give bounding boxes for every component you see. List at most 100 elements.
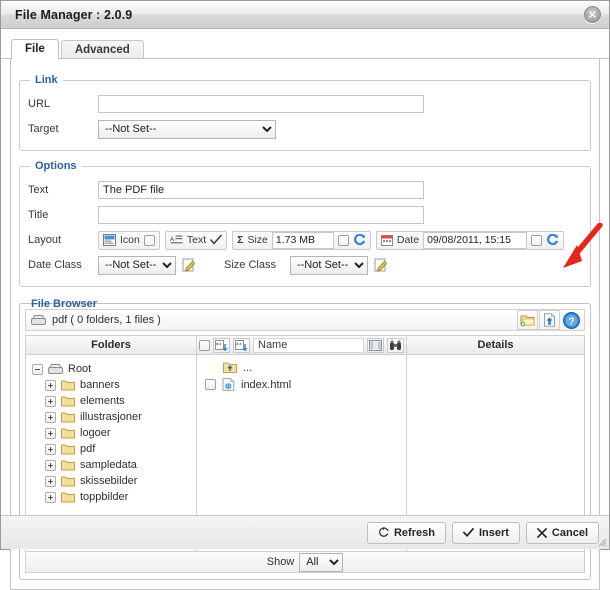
target-row: Target --Not Set-- — [28, 118, 582, 140]
sort-az-icon: a z — [235, 339, 248, 351]
upload-button[interactable] — [539, 310, 560, 330]
options-fieldset: Options Text Title Layout — [19, 160, 591, 287]
url-label: URL — [28, 98, 51, 110]
expander-plus-icon[interactable] — [45, 411, 56, 423]
help-icon: ? — [563, 311, 580, 329]
folders-header: Folders — [26, 336, 196, 355]
layout-label: Layout — [28, 234, 62, 246]
tree-item-banners[interactable]: banners — [32, 377, 196, 393]
text-icon: A — [170, 235, 183, 244]
x-icon — [537, 527, 547, 538]
current-path: pdf ( 0 folders, 1 files ) — [31, 314, 516, 326]
sort-az-ascending-button[interactable]: a z — [213, 337, 230, 353]
tab-file-label: File — [25, 43, 45, 55]
expander-plus-icon[interactable] — [45, 459, 56, 471]
new-folder-button[interactable] — [517, 310, 538, 330]
tree-item-skissebilder[interactable]: skissebilder — [32, 473, 196, 489]
expander-plus-icon[interactable] — [45, 443, 56, 455]
tree-item-toppbilder[interactable]: toppbilder — [32, 489, 196, 505]
tree-item-illustrasjoner[interactable]: illustrasjoner — [32, 409, 196, 425]
date-class-select[interactable]: --Not Set-- — [98, 255, 176, 275]
cancel-label: Cancel — [551, 526, 588, 539]
calendar-icon — [380, 235, 393, 246]
help-button[interactable]: ? — [561, 310, 582, 330]
date-class-edit-pencil-icon[interactable] — [182, 258, 196, 272]
svg-text:?: ? — [568, 316, 574, 327]
url-input[interactable] — [98, 95, 424, 113]
tree-item-label: banners — [80, 379, 120, 391]
expander-plus-icon[interactable] — [45, 395, 56, 407]
size-class-label: Size Class — [224, 259, 276, 271]
file-manager-window: File Manager : 2.0.9 File Advanced Link … — [0, 0, 610, 590]
tree-item-label: toppbilder — [80, 491, 129, 503]
layout-text-checkbox[interactable] — [210, 234, 222, 246]
image-icon — [103, 234, 116, 246]
folder-icon — [61, 380, 75, 391]
expander-plus-icon[interactable] — [45, 427, 56, 439]
tree-item-pdf[interactable]: pdf — [32, 441, 196, 457]
current-path-text: pdf ( 0 folders, 1 files ) — [52, 314, 161, 326]
drive-icon — [31, 315, 46, 325]
link-legend: Link — [35, 74, 58, 86]
options-legend: Options — [35, 160, 77, 172]
size-class-select[interactable]: --Not Set-- — [289, 255, 368, 275]
layout-size-input[interactable] — [271, 231, 334, 249]
layout-row: Layout Icon A Text Σ Size 1.73 MB Date 0… — [28, 229, 582, 251]
tab-advanced[interactable]: Advanced — [60, 40, 144, 59]
row-checkbox[interactable] — [205, 379, 216, 390]
tree-item-elements[interactable]: elements — [32, 393, 196, 409]
insert-button[interactable]: Insert — [451, 521, 520, 544]
sort-az-descending-button[interactable]: a z — [233, 337, 250, 353]
title-row: Title — [28, 204, 582, 226]
sigma-icon: Σ — [237, 234, 244, 246]
expander-plus-icon[interactable] — [45, 379, 56, 391]
select-all-checkbox[interactable] — [199, 339, 210, 351]
target-label: Target — [28, 123, 59, 135]
target-select[interactable]: --Not Set-- — [98, 119, 276, 139]
details-header: Details — [407, 336, 584, 355]
file-browser-footer: Show All — [25, 552, 585, 573]
refresh-circle-icon — [379, 527, 389, 537]
layout-date-input[interactable] — [423, 231, 528, 249]
url-row: URL — [28, 93, 582, 115]
check-icon — [463, 528, 474, 538]
layout-icon-checkbox[interactable] — [143, 234, 155, 246]
close-icon[interactable] — [584, 6, 601, 23]
layout-date-checkbox[interactable] — [531, 234, 543, 246]
expander-plus-icon[interactable] — [45, 491, 56, 503]
list-item-index-html[interactable]: index.html — [197, 376, 406, 393]
date-refresh-icon[interactable] — [546, 234, 559, 246]
tree-item-label: Root — [68, 363, 92, 375]
expander-plus-icon[interactable] — [45, 475, 56, 487]
tree-item-label: skissebilder — [80, 475, 138, 487]
tree-item-label: logoer — [80, 427, 111, 439]
page-title: File Manager : 2.0.9 — [15, 7, 133, 22]
show-select[interactable]: All — [299, 552, 344, 572]
upload-icon — [544, 313, 556, 327]
layout-size-checkbox[interactable] — [337, 234, 349, 246]
text-input[interactable] — [98, 181, 424, 199]
title-input[interactable] — [98, 206, 424, 224]
layout-date-label: Date — [396, 234, 420, 246]
layout-date-group: Date — [375, 230, 565, 250]
view-toggle-button[interactable] — [367, 337, 384, 353]
size-class-edit-pencil-icon[interactable] — [374, 258, 388, 272]
size-refresh-icon[interactable] — [353, 234, 366, 246]
tree-item-root[interactable]: Root — [32, 361, 196, 377]
resize-grip-icon[interactable] — [597, 537, 607, 547]
layout-size-label: Size — [247, 234, 268, 246]
tree-item-logoer[interactable]: logoer — [32, 425, 196, 441]
files-header: a z a z Name — [197, 336, 406, 355]
layout-text-label: Text — [186, 234, 207, 246]
folder-icon — [61, 492, 75, 503]
svg-text:a z: a z — [236, 342, 241, 346]
cancel-button[interactable]: Cancel — [525, 521, 599, 544]
refresh-button[interactable]: Refresh — [366, 521, 446, 544]
binoculars-icon — [390, 340, 401, 350]
tree-item-sampledata[interactable]: sampledata — [32, 457, 196, 473]
tree-item-label: illustrasjoner — [80, 411, 142, 423]
expander-minus-icon[interactable] — [32, 363, 43, 375]
search-button[interactable] — [387, 337, 404, 353]
list-item-parent[interactable]: ... — [197, 359, 406, 376]
tab-file[interactable]: File — [11, 39, 59, 59]
